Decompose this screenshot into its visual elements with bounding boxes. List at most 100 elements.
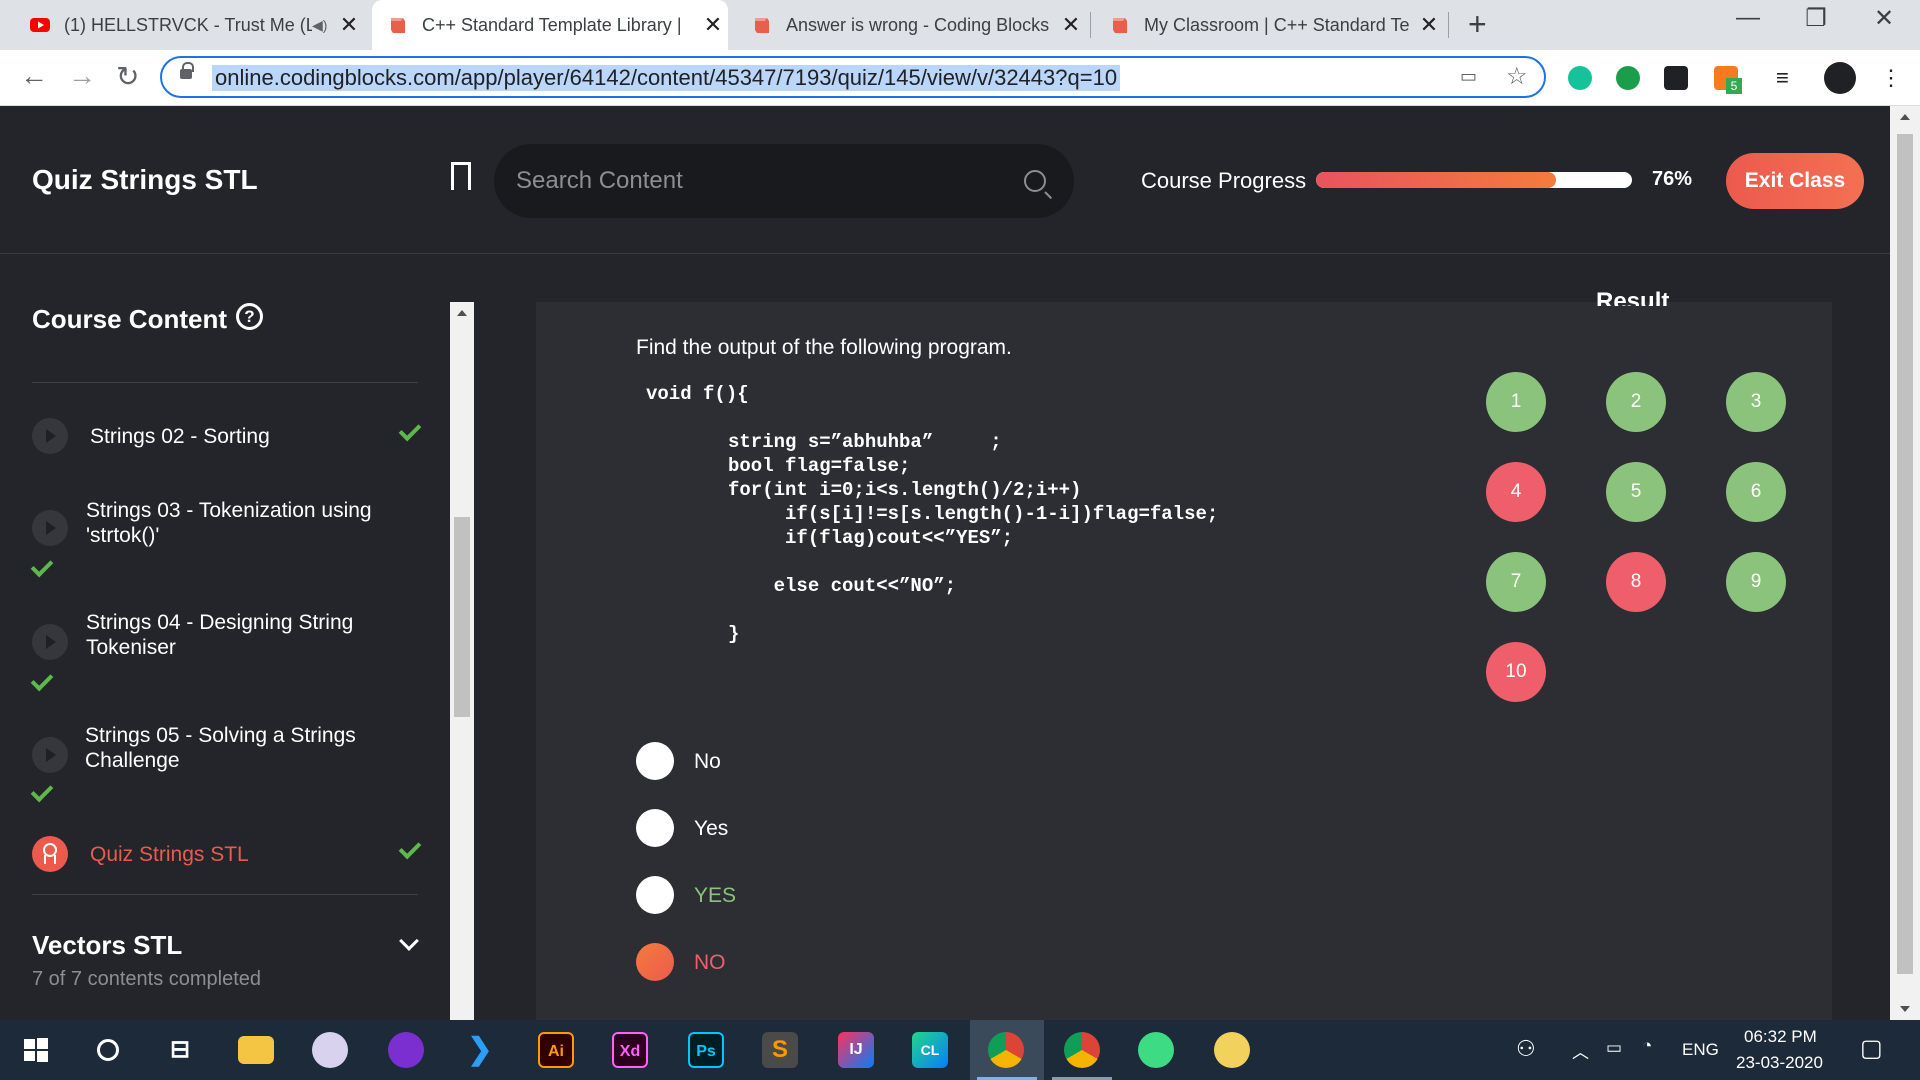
people-icon[interactable]: ⚇ xyxy=(1516,1036,1536,1062)
menu-icon[interactable]: ⋮ xyxy=(1880,66,1904,90)
search-box[interactable] xyxy=(494,144,1074,218)
scroll-up-icon[interactable] xyxy=(1900,114,1910,120)
wifi-icon[interactable]: ◔ xyxy=(1642,1036,1652,1056)
illustrator-icon[interactable]: Ai xyxy=(538,1032,574,1068)
clion-icon[interactable]: CL xyxy=(912,1032,948,1068)
bookmark-icon[interactable] xyxy=(451,162,471,191)
clock-date[interactable]: 23-03-2020 xyxy=(1736,1053,1823,1073)
tab-title: My Classroom | C++ Standard Te xyxy=(1144,14,1410,35)
app-icon[interactable] xyxy=(1214,1032,1250,1068)
question-button[interactable]: 1 xyxy=(1486,372,1546,432)
clock-time[interactable]: 06:32 PM xyxy=(1744,1027,1817,1047)
lesson-title: Strings 04 - Designing String Tokeniser xyxy=(86,611,354,659)
quiz-icon xyxy=(32,836,68,872)
sidebar-scrollbar[interactable] xyxy=(450,302,474,1020)
grammarly-icon[interactable] xyxy=(1568,66,1592,90)
radio-button[interactable] xyxy=(636,809,674,847)
browser-tab-answer[interactable]: Answer is wrong - Coding Blocks ✕ xyxy=(736,0,1086,50)
forward-icon[interactable]: → xyxy=(68,60,96,92)
section-title[interactable]: Vectors STL xyxy=(32,930,182,961)
browser-tab-stl[interactable]: C++ Standard Template Library | ✕ xyxy=(372,0,728,50)
exit-class-button[interactable]: Exit Class xyxy=(1726,153,1864,209)
vscode-icon[interactable]: ❯ xyxy=(462,1032,498,1068)
browser-tab-youtube[interactable]: (1) HELLSTRVCK - Trust Me (L ◀) ✕ xyxy=(14,0,364,50)
extension-orange-icon[interactable]: 5 xyxy=(1714,66,1742,94)
star-icon[interactable]: ☆ xyxy=(1506,62,1528,91)
chevron-down-icon[interactable] xyxy=(399,931,419,951)
windows-icon[interactable] xyxy=(18,1032,54,1068)
photoshop-icon[interactable]: Ps xyxy=(688,1032,724,1068)
chrome-canary-icon[interactable] xyxy=(1064,1032,1100,1068)
help-icon[interactable]: ? xyxy=(236,303,263,330)
back-icon[interactable]: ← xyxy=(20,60,48,92)
intellij-icon[interactable]: IJ xyxy=(838,1032,874,1068)
lesson-item[interactable]: Strings 04 - Designing String Tokeniser xyxy=(0,610,440,710)
page-title: Quiz Strings STL xyxy=(32,164,258,195)
reload-icon[interactable]: ↻ xyxy=(116,60,139,93)
search-input[interactable] xyxy=(516,162,996,200)
extension-badge: 5 xyxy=(1726,78,1742,94)
question-button[interactable]: 2 xyxy=(1606,372,1666,432)
youtube-icon xyxy=(30,15,50,35)
option-label: Yes xyxy=(694,817,729,840)
question-button[interactable]: 5 xyxy=(1606,462,1666,522)
close-tab-icon[interactable]: ✕ xyxy=(1056,12,1086,38)
android-studio-icon[interactable] xyxy=(1138,1032,1174,1068)
question-button[interactable]: 10 xyxy=(1486,642,1546,702)
question-button[interactable]: 9 xyxy=(1726,552,1786,612)
podcast-icon[interactable] xyxy=(388,1032,424,1068)
task-view-icon[interactable]: ⊟ xyxy=(162,1032,198,1068)
lesson-title: Strings 02 - Sorting xyxy=(90,425,270,448)
play-icon xyxy=(32,510,68,546)
lesson-item-current[interactable]: Quiz Strings STL xyxy=(0,836,440,896)
codingblocks-icon xyxy=(752,15,772,35)
question-button[interactable]: 4 xyxy=(1486,462,1546,522)
github-icon[interactable] xyxy=(312,1032,348,1068)
language-indicator[interactable]: ENG xyxy=(1682,1040,1719,1060)
sublime-icon[interactable]: S xyxy=(762,1032,798,1068)
option-label: No xyxy=(694,750,721,773)
lesson-item[interactable]: Strings 03 - Tokenization using 'strtok(… xyxy=(0,498,440,598)
close-window-icon[interactable]: ✕ xyxy=(1854,4,1914,33)
file-explorer-icon[interactable] xyxy=(238,1036,274,1064)
page-scrollbar[interactable] xyxy=(1890,106,1920,1020)
xd-icon[interactable]: Xd xyxy=(612,1032,648,1068)
chrome-icon[interactable] xyxy=(988,1032,1024,1068)
radio-button[interactable] xyxy=(636,876,674,914)
scroll-up-icon[interactable] xyxy=(457,310,467,316)
browser-tab-classroom[interactable]: My Classroom | C++ Standard Te ✕ xyxy=(1094,0,1444,50)
cube-icon[interactable] xyxy=(1664,66,1688,90)
cast-icon[interactable]: ▭ xyxy=(1460,66,1477,87)
scroll-thumb[interactable] xyxy=(454,517,470,717)
avatar[interactable] xyxy=(1824,62,1856,94)
radio-button[interactable] xyxy=(636,742,674,780)
extension-green-icon[interactable] xyxy=(1616,66,1640,90)
question-button[interactable]: 8 xyxy=(1606,552,1666,612)
new-tab-icon[interactable]: + xyxy=(1468,6,1487,43)
radio-button-selected[interactable] xyxy=(636,943,674,981)
close-tab-icon[interactable]: ✕ xyxy=(334,12,364,38)
search-icon[interactable] xyxy=(90,1032,126,1068)
question-button[interactable]: 6 xyxy=(1726,462,1786,522)
show-hidden-icons[interactable]: ︿ xyxy=(1572,1038,1589,1063)
lesson-item[interactable]: Strings 05 - Solving a Strings Challenge xyxy=(0,723,440,823)
code-line: for(int i=0;i<s.length()/2;i++) xyxy=(728,479,1082,501)
close-tab-icon[interactable]: ✕ xyxy=(698,12,728,38)
scroll-down-icon[interactable] xyxy=(1900,1006,1910,1012)
battery-icon[interactable]: ▭ xyxy=(1606,1038,1622,1058)
notifications-icon[interactable]: ▢ xyxy=(1860,1034,1883,1063)
address-bar[interactable]: online.codingblocks.com/app/player/64142… xyxy=(160,56,1546,98)
search-icon[interactable] xyxy=(1024,170,1046,192)
option-label: NO xyxy=(694,951,726,974)
playlist-icon[interactable]: ≡ xyxy=(1776,66,1800,90)
speaker-icon[interactable]: ◀) xyxy=(312,17,334,34)
scroll-thumb[interactable] xyxy=(1897,134,1913,974)
url-text[interactable]: online.codingblocks.com/app/player/64142… xyxy=(212,65,1121,91)
quiz-panel: Result Find the output of the following … xyxy=(536,288,1832,1020)
lesson-item[interactable]: Strings 02 - Sorting xyxy=(0,418,440,478)
minimize-icon[interactable]: — xyxy=(1718,4,1778,32)
close-tab-icon[interactable]: ✕ xyxy=(1414,12,1444,38)
restore-icon[interactable]: ❐ xyxy=(1786,4,1846,33)
question-button[interactable]: 3 xyxy=(1726,372,1786,432)
question-button[interactable]: 7 xyxy=(1486,552,1546,612)
